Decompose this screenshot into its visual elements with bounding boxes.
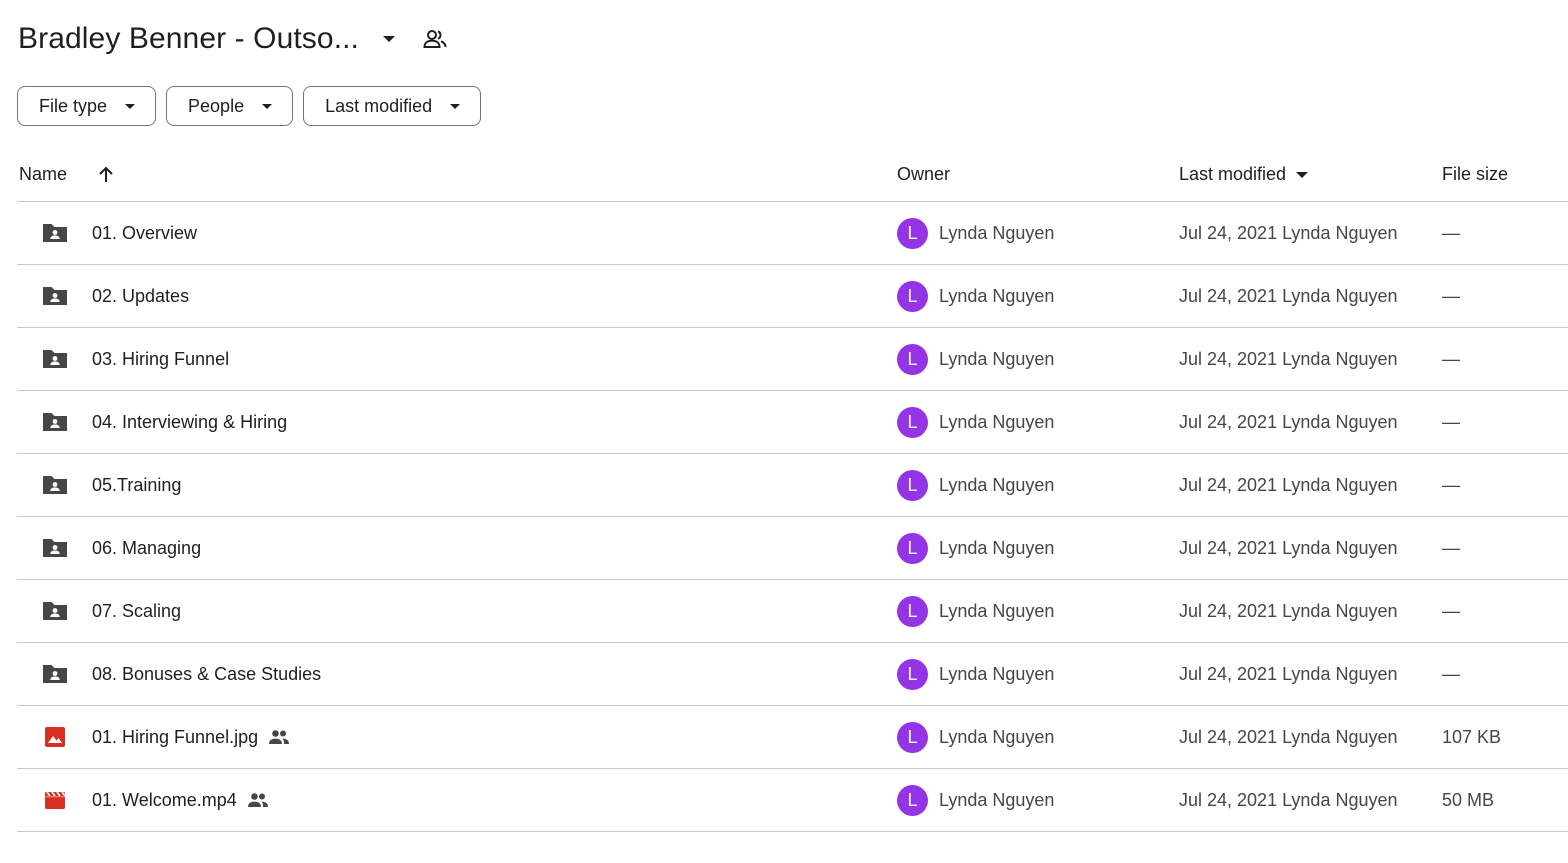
last-modified-value: Jul 24, 2021 Lynda Nguyen xyxy=(1179,600,1398,621)
shared-folder-icon xyxy=(41,517,69,579)
shared-folder-icon xyxy=(41,580,69,642)
owner-name: Lynda Nguyen xyxy=(939,348,1055,369)
avatar[interactable]: L xyxy=(897,343,928,375)
shared-people-icon xyxy=(247,792,269,808)
last-modified-filter[interactable]: Last modified xyxy=(303,86,482,126)
shared-folder-icon xyxy=(41,454,69,516)
avatar[interactable]: L xyxy=(897,595,928,627)
shared-folder-icon xyxy=(41,328,69,390)
last-modified-value: Jul 24, 2021 Lynda Nguyen xyxy=(1179,663,1398,684)
owner-name: Lynda Nguyen xyxy=(939,600,1055,621)
filter-chips: File type People Last modified xyxy=(17,86,482,126)
last-modified-value: Jul 24, 2021 Lynda Nguyen xyxy=(1179,726,1398,747)
last-modified-column-header[interactable]: Last modified xyxy=(1179,164,1309,185)
table-body: 01. Overview L Lynda Nguyen Jul 24, 2021… xyxy=(17,202,1568,832)
chip-label: File type xyxy=(39,95,108,116)
file-name[interactable]: 06. Managing xyxy=(92,538,201,559)
avatar[interactable]: L xyxy=(897,217,928,249)
chip-label: People xyxy=(188,95,245,116)
file-size-value: — xyxy=(1442,348,1460,369)
file-size-value: 107 KB xyxy=(1442,726,1502,747)
caret-down-icon[interactable] xyxy=(1296,171,1309,178)
image-file-icon xyxy=(41,706,69,768)
shared-folder-icon xyxy=(41,643,69,705)
table-row[interactable]: 05.Training L Lynda Nguyen Jul 24, 2021 … xyxy=(17,454,1568,517)
file-size-value: 50 MB xyxy=(1442,789,1495,810)
folder-title[interactable]: Bradley Benner - Outso... xyxy=(18,22,359,56)
table-row[interactable]: 07. Scaling L Lynda Nguyen Jul 24, 2021 … xyxy=(17,580,1568,643)
arrow-up-icon[interactable] xyxy=(97,166,115,184)
file-size-value: — xyxy=(1442,474,1460,495)
avatar[interactable]: L xyxy=(897,784,928,816)
file-name[interactable]: 01. Hiring Funnel.jpg xyxy=(92,727,258,748)
owner-name: Lynda Nguyen xyxy=(939,285,1055,306)
shared-people-icon[interactable] xyxy=(423,28,449,50)
file-size-column-header: File size xyxy=(1442,164,1509,184)
file-name[interactable]: 07. Scaling xyxy=(92,601,181,622)
caret-down-icon xyxy=(262,103,273,109)
table-row[interactable]: 08. Bonuses & Case Studies L Lynda Nguye… xyxy=(17,643,1568,706)
file-size-value: — xyxy=(1442,537,1460,558)
table-row[interactable]: 02. Updates L Lynda Nguyen Jul 24, 2021 … xyxy=(17,265,1568,328)
avatar[interactable]: L xyxy=(897,280,928,312)
file-name[interactable]: 02. Updates xyxy=(92,286,189,307)
owner-name: Lynda Nguyen xyxy=(939,663,1055,684)
last-modified-value: Jul 24, 2021 Lynda Nguyen xyxy=(1179,789,1398,810)
folder-header: Bradley Benner - Outso... xyxy=(18,18,449,60)
owner-name: Lynda Nguyen xyxy=(939,726,1055,747)
owner-name: Lynda Nguyen xyxy=(939,411,1055,432)
file-type-filter[interactable]: File type xyxy=(17,86,157,126)
table-row[interactable]: 04. Interviewing & Hiring L Lynda Nguyen… xyxy=(17,391,1568,454)
name-column-header[interactable]: Name xyxy=(19,164,115,185)
caret-down-icon[interactable] xyxy=(383,36,395,42)
last-modified-value: Jul 24, 2021 Lynda Nguyen xyxy=(1179,348,1398,369)
last-modified-value: Jul 24, 2021 Lynda Nguyen xyxy=(1179,474,1398,495)
owner-name: Lynda Nguyen xyxy=(939,474,1055,495)
last-modified-value: Jul 24, 2021 Lynda Nguyen xyxy=(1179,537,1398,558)
table-row[interactable]: 01. Overview L Lynda Nguyen Jul 24, 2021… xyxy=(17,202,1568,265)
file-name[interactable]: 03. Hiring Funnel xyxy=(92,349,229,370)
file-name[interactable]: 01. Overview xyxy=(92,223,197,244)
owner-name: Lynda Nguyen xyxy=(939,222,1055,243)
caret-down-icon xyxy=(125,103,136,109)
chip-label: Last modified xyxy=(325,95,433,116)
table-row[interactable]: 06. Managing L Lynda Nguyen Jul 24, 2021… xyxy=(17,517,1568,580)
file-size-value: — xyxy=(1442,600,1460,621)
file-name[interactable]: 08. Bonuses & Case Studies xyxy=(92,664,321,685)
last-modified-value: Jul 24, 2021 Lynda Nguyen xyxy=(1179,411,1398,432)
avatar[interactable]: L xyxy=(897,658,928,690)
last-modified-header-label: Last modified xyxy=(1179,164,1287,184)
file-name[interactable]: 04. Interviewing & Hiring xyxy=(92,412,287,433)
people-filter[interactable]: People xyxy=(166,86,294,126)
file-name[interactable]: 01. Welcome.mp4 xyxy=(92,790,237,811)
shared-people-icon xyxy=(268,729,290,745)
table-row[interactable]: 03. Hiring Funnel L Lynda Nguyen Jul 24,… xyxy=(17,328,1568,391)
file-size-value: — xyxy=(1442,222,1460,243)
file-table: Name Owner Last modified File size 01. O… xyxy=(17,148,1568,832)
file-name[interactable]: 05.Training xyxy=(92,475,181,496)
shared-folder-icon xyxy=(41,202,69,264)
owner-name: Lynda Nguyen xyxy=(939,537,1055,558)
shared-folder-icon xyxy=(41,265,69,327)
file-size-value: — xyxy=(1442,411,1460,432)
drive-folder-view: Bradley Benner - Outso... File type Peop… xyxy=(0,0,1568,863)
avatar[interactable]: L xyxy=(897,532,928,564)
table-row[interactable]: 01. Welcome.mp4 L Lynda Nguyen Jul 24, 2… xyxy=(17,769,1568,832)
owner-column-header: Owner xyxy=(897,164,951,184)
table-header: Name Owner Last modified File size xyxy=(17,148,1568,202)
avatar[interactable]: L xyxy=(897,406,928,438)
owner-name: Lynda Nguyen xyxy=(939,789,1055,810)
file-size-value: — xyxy=(1442,663,1460,684)
video-file-icon xyxy=(41,769,69,831)
avatar[interactable]: L xyxy=(897,721,928,753)
shared-folder-icon xyxy=(41,391,69,453)
name-header-label: Name xyxy=(19,164,68,184)
file-size-value: — xyxy=(1442,285,1460,306)
last-modified-value: Jul 24, 2021 Lynda Nguyen xyxy=(1179,222,1398,243)
avatar[interactable]: L xyxy=(897,469,928,501)
last-modified-value: Jul 24, 2021 Lynda Nguyen xyxy=(1179,285,1398,306)
caret-down-icon xyxy=(450,103,461,109)
table-row[interactable]: 01. Hiring Funnel.jpg L Lynda Nguyen Jul… xyxy=(17,706,1568,769)
